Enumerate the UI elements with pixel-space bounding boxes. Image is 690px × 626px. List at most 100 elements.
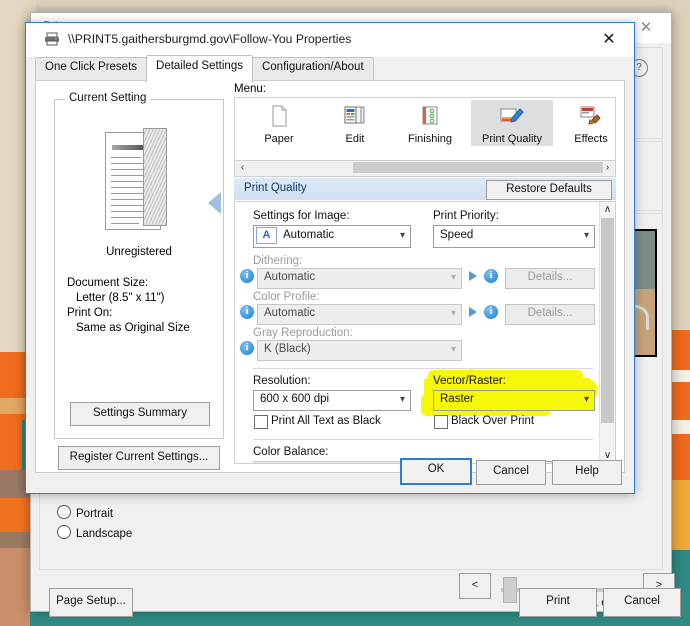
color-profile-label: Color Profile: (253, 291, 320, 303)
document-preview-icon (105, 128, 167, 230)
chevron-down-icon[interactable]: ▾ (400, 394, 405, 405)
prev-page-button[interactable]: < (459, 573, 491, 599)
print-on-label: Print On: (67, 307, 113, 319)
chevron-down-icon: ▾ (450, 308, 456, 319)
color-balance-label: Color Balance: (253, 446, 329, 458)
print-button[interactable]: Print (519, 588, 597, 617)
chevron-down-icon[interactable]: ▾ (400, 230, 405, 241)
menu-item-finishing[interactable]: Finishing (398, 100, 462, 146)
black-over-print-label: Black Over Print (451, 415, 535, 427)
expand-arrow-icon[interactable] (469, 271, 477, 281)
auto-image-icon: A (256, 227, 277, 244)
radio-portrait[interactable]: Portrait (57, 505, 113, 520)
vector-raster-value: Raster (440, 393, 474, 405)
document-size-label: Document Size: (67, 277, 149, 289)
gray-reproduction-label: Gray Reproduction: (253, 327, 353, 339)
tab-bar: One Click Presets Detailed Settings Conf… (35, 55, 374, 82)
page-setup-button[interactable]: Page Setup... (49, 588, 133, 617)
ok-button[interactable]: OK (400, 458, 472, 485)
black-over-print-checkbox[interactable] (434, 415, 448, 429)
print-on-value: Same as Original Size (76, 322, 190, 334)
resolution-value: 600 x 600 dpi (260, 393, 330, 405)
info-icon[interactable]: i (484, 269, 498, 283)
wallpaper-shape (0, 548, 30, 626)
effects-icon (578, 104, 604, 128)
settings-summary-button[interactable]: Settings Summary (70, 402, 210, 426)
menu-item-paper[interactable]: Paper (247, 100, 311, 146)
settings-for-image-label: Settings for Image: (253, 210, 350, 222)
tab-configuration-about[interactable]: Configuration/About (251, 57, 374, 81)
menu-item-effects-label: Effects (574, 133, 608, 145)
scroll-right-icon[interactable]: › (600, 161, 615, 174)
chevron-down-icon[interactable]: ▾ (584, 394, 589, 405)
section-header: Print Quality Restore Defaults (208, 178, 616, 214)
tab-detailed-settings[interactable]: Detailed Settings (146, 55, 253, 82)
menu-item-print-quality[interactable]: Print Quality (471, 100, 553, 146)
restore-defaults-button[interactable]: Restore Defaults (486, 180, 612, 200)
paper-icon (266, 104, 292, 128)
color-profile-details-button: Details... (505, 304, 595, 325)
scrollbar-thumb[interactable] (601, 218, 614, 423)
scroll-up-icon[interactable]: ∧ (600, 202, 615, 217)
register-current-settings-button[interactable]: Register Current Settings... (58, 446, 220, 470)
menu-item-finishing-label: Finishing (407, 133, 453, 145)
radio-portrait-label: Portrait (76, 508, 114, 520)
info-icon[interactable]: i (240, 269, 254, 283)
tab-one-click-presets[interactable]: One Click Presets (35, 57, 148, 81)
radio-landscape-label: Landscape (76, 528, 133, 540)
chevron-down-icon: ▾ (450, 344, 456, 355)
info-icon[interactable]: i (484, 305, 498, 319)
print-priority-value: Speed (440, 229, 474, 241)
print-quality-icon (499, 104, 525, 128)
collapse-left-arrow-icon[interactable] (208, 192, 221, 214)
vector-raster-select[interactable]: Raster ▾ (433, 390, 595, 411)
dialog-title: \\PRINT5.gaithersburgmd.gov\Follow-You P… (68, 32, 352, 46)
menu-item-effects[interactable]: Effects (559, 100, 623, 146)
chevron-down-icon[interactable]: ▾ (584, 230, 589, 241)
dialog-titlebar: \\PRINT5.gaithersburgmd.gov\Follow-You P… (26, 23, 634, 57)
print-all-text-black-checkbox[interactable] (254, 415, 268, 429)
dithering-label: Dithering: (253, 255, 303, 267)
cancel-button[interactable]: Cancel (476, 460, 546, 485)
document-size-value: Letter (8.5" x 11") (76, 292, 165, 304)
section-title: Print Quality (244, 182, 307, 194)
radio-landscape[interactable]: Landscape (57, 525, 132, 540)
menu-label: Menu: (234, 83, 266, 95)
print-priority-label: Print Priority: (433, 210, 499, 222)
divider (253, 439, 593, 440)
menu-item-edit[interactable]: Edit (323, 100, 387, 146)
print-cancel-button[interactable]: Cancel (603, 588, 681, 617)
current-setting-legend: Current Setting (65, 92, 151, 104)
gray-reproduction-value: K (Black) (264, 343, 311, 355)
settings-for-image-value: Automatic (283, 229, 335, 241)
info-icon[interactable]: i (240, 305, 254, 319)
resolution-label: Resolution: (253, 375, 311, 387)
settings-scroll-area: Settings for Image: A Automatic ▾ Print … (234, 201, 616, 464)
scroll-left-icon[interactable]: ‹ (235, 161, 250, 174)
print-all-text-black-label: Print All Text as Black (271, 415, 381, 427)
current-setting-status: Unregistered (106, 246, 172, 258)
help-button[interactable]: Help (552, 460, 622, 485)
current-setting-info: Document Size: Letter (8.5" x 11") Print… (67, 276, 190, 336)
resolution-select[interactable]: 600 x 600 dpi ▾ (253, 390, 411, 411)
menu-horizontal-scrollbar[interactable]: ‹ › (234, 160, 616, 177)
chevron-down-icon: ▾ (450, 272, 456, 283)
finishing-icon (417, 104, 443, 128)
settings-vertical-scrollbar[interactable]: ∧ ∨ (599, 202, 615, 463)
radio-circle-icon (57, 505, 71, 519)
menu-icon-strip: Paper Edit Finishing Print Quality Effec… (234, 97, 616, 161)
info-icon[interactable]: i (240, 341, 254, 355)
expand-arrow-icon[interactable] (469, 307, 477, 317)
divider (253, 368, 593, 369)
edit-icon (342, 104, 368, 128)
dithering-select: Automatic ▾ (257, 268, 462, 289)
dithering-value: Automatic (264, 271, 316, 283)
close-icon[interactable]: ✕ (594, 27, 624, 53)
scrollbar-thumb[interactable] (353, 162, 603, 173)
print-priority-select[interactable]: Speed ▾ (433, 225, 595, 248)
color-profile-value: Automatic (264, 307, 316, 319)
settings-for-image-select[interactable]: A Automatic ▾ (253, 225, 411, 248)
color-profile-select: Automatic ▾ (257, 304, 462, 325)
printer-properties-dialog: \\PRINT5.gaithersburgmd.gov\Follow-You P… (25, 22, 635, 494)
dithering-details-button: Details... (505, 268, 595, 289)
